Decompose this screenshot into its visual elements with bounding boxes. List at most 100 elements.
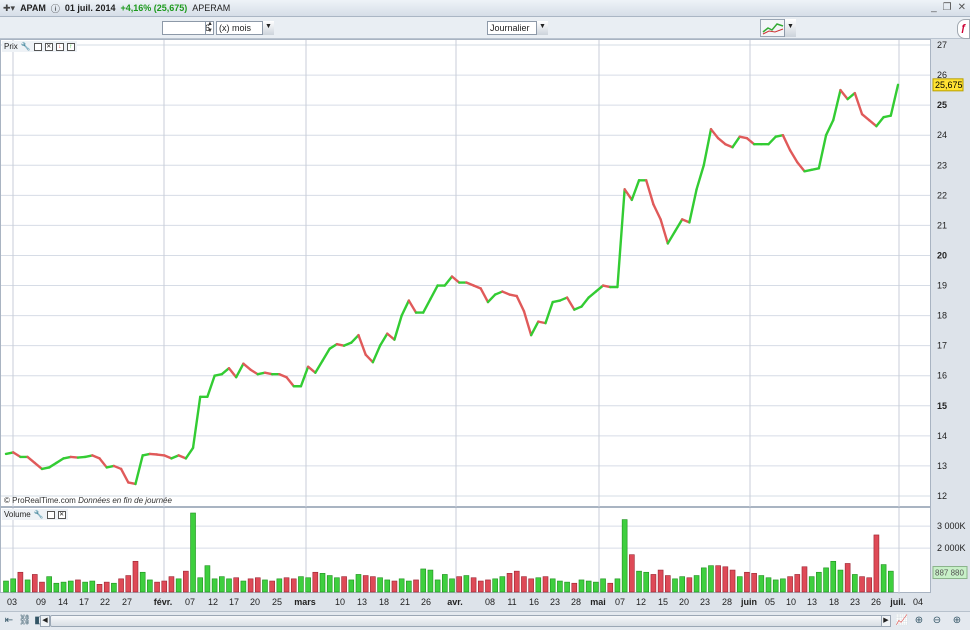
chevron-down-icon[interactable]: ▼ [536, 21, 548, 35]
maximize-icon[interactable] [46, 510, 55, 519]
zoom-fit-icon[interactable]: ⊕ [912, 614, 926, 628]
price-segment [731, 135, 741, 149]
time-tick-label: 26 [421, 597, 431, 607]
volume-bar [269, 580, 275, 593]
time-tick-label: 11 [507, 597, 516, 607]
chevron-down-icon[interactable]: ▼ [784, 19, 796, 37]
volume-bar [154, 581, 160, 593]
price-segment [119, 467, 130, 484]
price-segment [688, 188, 698, 224]
price-segment [249, 368, 259, 376]
window-title-bar: ✚▾ APAM ⓘ 01 juil. 2014 +4,16% (25,675) … [0, 0, 970, 17]
bottom-scrollbar-bar: ⇤ ⛓ ◧ ◀ ▶ 📈 ⊕ ⊖ ⊕ [0, 611, 970, 630]
volume-bar [370, 576, 376, 593]
price-segment [860, 112, 871, 122]
price-tick-label: 18 [937, 311, 947, 321]
volume-bar [477, 580, 484, 593]
price-segment [299, 365, 310, 388]
price-tick-label: 16 [937, 371, 947, 381]
volume-bar [816, 571, 822, 593]
wrench-icon[interactable]: 🔧 [34, 510, 44, 519]
volume-bar [449, 578, 455, 593]
volume-bar [211, 578, 218, 593]
volume-bar [456, 576, 462, 593]
volume-bar [413, 579, 419, 593]
volume-bar [17, 571, 24, 593]
price-segment [191, 395, 202, 450]
time-tick-label: 18 [379, 597, 389, 607]
volume-bar [758, 575, 765, 593]
price-segment [587, 290, 598, 299]
move-up-icon[interactable]: ↑ [66, 42, 75, 51]
volume-bar [736, 576, 743, 593]
volume-bar [125, 575, 132, 593]
maximize-icon[interactable] [33, 42, 42, 51]
price-segment [630, 179, 641, 202]
price-panel: 27 26 25 24 23 22 21 20 19 18 17 16 15 14 13 12 25,675 P… [0, 39, 964, 508]
price-tick-label: 27 [937, 40, 947, 50]
volume-bar [844, 563, 851, 593]
scroll-right-arrow[interactable]: ▶ [881, 615, 891, 627]
price-tick-label: 19 [937, 281, 947, 291]
info-icon[interactable]: ⓘ [51, 2, 60, 15]
volume-bar [377, 577, 383, 593]
move-down-icon[interactable]: ↓ [55, 42, 64, 51]
time-tick-label: 22 [100, 597, 110, 607]
volume-bar [607, 582, 614, 593]
volume-bar [305, 577, 311, 593]
volume-bar [103, 581, 110, 593]
period-stepper[interactable]: ▲ ▼ [205, 21, 214, 35]
price-segment [328, 342, 339, 350]
price-segment [242, 362, 252, 371]
wrench-icon[interactable]: 🔧 [21, 42, 31, 51]
volume-bar [53, 582, 60, 593]
minimize-icon[interactable]: _ [931, 2, 937, 13]
price-segment [817, 133, 828, 170]
close-icon[interactable]: ✕ [57, 510, 66, 519]
zoom-out-icon[interactable]: ⊖ [930, 614, 944, 628]
time-tick-label: 23 [850, 597, 860, 607]
chart-zoom-icon[interactable]: 📈 [895, 614, 909, 628]
volume-bar [629, 554, 635, 593]
price-segment [868, 118, 878, 128]
volume-bar [31, 574, 38, 593]
price-segment [55, 457, 65, 465]
volume-bar [183, 570, 189, 593]
restore-icon[interactable]: ❐ [943, 2, 952, 13]
volume-bar [549, 578, 556, 593]
price-segment [796, 161, 806, 173]
scroll-left-arrow[interactable]: ◀ [40, 615, 50, 627]
close-icon[interactable]: ✕ [958, 2, 966, 13]
volume-bar [197, 577, 204, 593]
price-segment [515, 294, 526, 313]
price-segment [522, 309, 533, 337]
link-icon[interactable]: ⛓ [18, 614, 32, 628]
time-tick-label: 05 [765, 597, 775, 607]
volume-bar [485, 579, 491, 593]
volume-bar [888, 570, 894, 593]
price-segment [839, 88, 849, 101]
time-tick-label: 03 [7, 597, 17, 607]
price-segment [407, 299, 418, 314]
price-segment [846, 91, 857, 101]
volume-bar [722, 566, 729, 593]
volume-bar [39, 581, 45, 593]
volume-bar [175, 578, 182, 593]
price-segment [659, 218, 670, 245]
volume-bar [312, 571, 319, 593]
volume-bar [276, 578, 283, 593]
volume-bar [564, 581, 570, 593]
zoom-in-icon[interactable]: ⊕ [950, 614, 964, 628]
time-tick-label: 13 [357, 597, 367, 607]
price-segment [134, 454, 144, 486]
chart-icon[interactable]: ✚▾ [3, 3, 15, 14]
price-segment [824, 118, 835, 137]
volume-bar [715, 565, 721, 593]
volume-bar [96, 584, 103, 593]
time-tick-label: févr. [154, 597, 173, 607]
time-scrollbar-thumb[interactable] [50, 615, 890, 627]
step-back-icon[interactable]: ⇤ [2, 614, 16, 628]
close-icon[interactable]: ✕ [44, 42, 53, 51]
chevron-down-icon[interactable]: ▼ [262, 21, 274, 35]
side-panel-toggle[interactable]: ƒ [957, 19, 970, 39]
